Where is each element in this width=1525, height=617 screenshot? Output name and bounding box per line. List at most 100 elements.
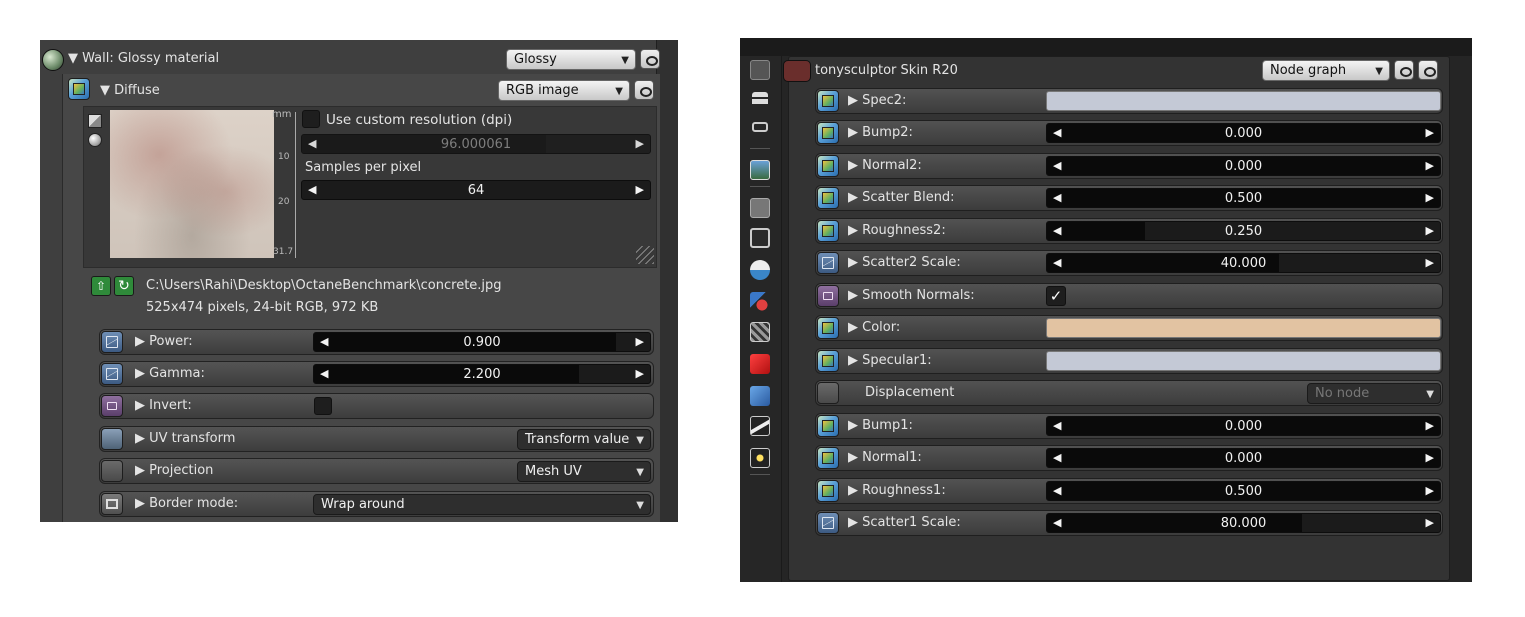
scatter1-scale-value: 80.000: [1220, 516, 1267, 531]
resolution-slider[interactable]: ◀ 96.000061 ▶: [301, 134, 651, 154]
material-type-dropdown[interactable]: Glossy ▼: [506, 49, 636, 70]
rgb-texture-icon[interactable]: [817, 350, 839, 372]
material-color-swatch[interactable]: [783, 60, 811, 82]
environment-icon[interactable]: [750, 260, 770, 280]
diffuse-type-dropdown[interactable]: RGB image ▼: [498, 80, 630, 101]
texture-icon[interactable]: [750, 322, 770, 342]
eye-icon[interactable]: [634, 80, 654, 100]
displacement-value: No node: [1315, 386, 1370, 401]
rgb-texture-icon[interactable]: [817, 220, 839, 242]
samples-slider[interactable]: ◀ 64 ▶: [301, 180, 651, 200]
blue-cube-icon[interactable]: [750, 386, 770, 406]
objects-icon[interactable]: [752, 122, 768, 132]
material-title[interactable]: ▼ Wall: Glossy material: [68, 51, 219, 66]
float-curve-icon[interactable]: [101, 331, 123, 353]
rgb-texture-icon[interactable]: [817, 90, 839, 112]
sphere-preview-icon[interactable]: [88, 133, 102, 147]
eye-icon[interactable]: [1418, 60, 1438, 80]
arrow-right-icon[interactable]: ▶: [1426, 159, 1434, 172]
displacement-icon[interactable]: [817, 382, 839, 404]
rgb-texture-icon[interactable]: [817, 317, 839, 339]
normal1-value: 0.000: [1224, 451, 1263, 466]
arrow-right-icon[interactable]: ▶: [1426, 419, 1434, 432]
float-curve-icon[interactable]: [817, 512, 839, 534]
projection-icon[interactable]: [101, 460, 123, 482]
layers-icon[interactable]: [752, 92, 768, 108]
displacement-dropdown[interactable]: No node ▼: [1307, 383, 1441, 404]
normal1-slider[interactable]: ◀ 0.000 ▶: [1046, 448, 1441, 468]
roughness1-slider[interactable]: ◀ 0.500 ▶: [1046, 481, 1441, 501]
render-camera-icon[interactable]: [750, 198, 770, 218]
arrow-right-icon[interactable]: ▶: [1426, 191, 1434, 204]
scatter2-scale-slider[interactable]: ◀ 40.000 ▶: [1046, 253, 1441, 273]
arrow-right-icon[interactable]: ▶: [1426, 256, 1434, 269]
node-title[interactable]: tonysculptor Skin R20: [815, 63, 958, 78]
float-curve-icon[interactable]: [101, 363, 123, 385]
arrow-right-icon[interactable]: ▶: [1426, 126, 1434, 139]
file-path: C:\Users\Rahi\Desktop\OctaneBenchmark\co…: [146, 278, 502, 293]
panel-top-strip: [740, 38, 1472, 56]
image-icon[interactable]: [750, 160, 770, 180]
diffuse-title[interactable]: ▼ Diffuse: [100, 83, 160, 98]
bool-icon[interactable]: [817, 285, 839, 307]
resize-grip-icon[interactable]: [636, 246, 654, 264]
bump1-slider[interactable]: ◀ 0.000 ▶: [1046, 416, 1441, 436]
ruler-unit: mm: [272, 109, 292, 120]
node-graph-icon[interactable]: [1394, 60, 1414, 80]
chevron-down-icon: ▼: [621, 55, 629, 66]
node-inspector-panel-right: tonysculptor Skin R20 Node graph ▼ ▶ Spe…: [740, 38, 1472, 582]
specular1-color-swatch[interactable]: [1046, 351, 1441, 371]
projection-dropdown[interactable]: Mesh UV ▼: [517, 461, 651, 482]
normal2-slider[interactable]: ◀ 0.000 ▶: [1046, 156, 1441, 176]
node-type-dropdown[interactable]: Node graph ▼: [1262, 60, 1390, 81]
camera-icon[interactable]: [750, 60, 770, 80]
arrow-right-icon[interactable]: ▶: [1426, 484, 1434, 497]
roughness2-slider[interactable]: ◀ 0.250 ▶: [1046, 221, 1441, 241]
eye-icon[interactable]: [640, 49, 660, 69]
roughness1-value: 0.500: [1224, 484, 1263, 499]
rgb-texture-icon[interactable]: [817, 155, 839, 177]
rgb-texture-icon[interactable]: [817, 480, 839, 502]
upload-icon[interactable]: ⇧: [91, 276, 111, 296]
bool-icon[interactable]: [101, 395, 123, 417]
scatter2-scale-value: 40.000: [1220, 256, 1267, 271]
bump2-value: 0.000: [1224, 126, 1263, 141]
gamma-slider[interactable]: ◀ 2.200 ▶: [313, 364, 651, 384]
arrow-right-icon[interactable]: ▶: [636, 367, 644, 380]
border-mode-icon[interactable]: [101, 493, 123, 515]
scatter1-scale-slider[interactable]: ◀ 80.000 ▶: [1046, 513, 1441, 533]
light-icon[interactable]: [750, 448, 770, 468]
red-cube-icon[interactable]: [750, 354, 770, 374]
transform-icon[interactable]: [101, 428, 123, 450]
texture-thumbnail: [110, 110, 274, 258]
smooth-normals-checkbox[interactable]: ✓: [1046, 286, 1066, 306]
arrow-right-icon[interactable]: ▶: [636, 335, 644, 348]
rgb-texture-icon[interactable]: [817, 415, 839, 437]
reload-icon[interactable]: ↻: [114, 276, 134, 296]
power-slider[interactable]: ◀ 0.900 ▶: [313, 332, 651, 352]
rgb-texture-icon[interactable]: [817, 187, 839, 209]
chevron-down-icon: ▼: [636, 435, 644, 446]
monitor-icon[interactable]: [750, 228, 770, 248]
rgb-texture-icon[interactable]: [817, 122, 839, 144]
float-curve-icon[interactable]: [817, 252, 839, 274]
color-swatch[interactable]: [1046, 318, 1441, 338]
mountain-icon[interactable]: [750, 416, 770, 436]
arrow-right-icon[interactable]: ▶: [1426, 224, 1434, 237]
arrow-right-icon[interactable]: ▶: [636, 183, 644, 196]
custom-resolution-checkbox[interactable]: [302, 110, 320, 128]
border-mode-dropdown[interactable]: Wrap around ▼: [313, 494, 651, 515]
material-type-value: Glossy: [514, 52, 557, 67]
invert-checkbox[interactable]: [314, 397, 332, 415]
paint-icon[interactable]: [750, 292, 770, 312]
ruler-tick: 20: [278, 197, 290, 207]
bump2-slider[interactable]: ◀ 0.000 ▶: [1046, 123, 1441, 143]
arrow-right-icon[interactable]: ▶: [636, 137, 644, 150]
scatter-blend-slider[interactable]: ◀ 0.500 ▶: [1046, 188, 1441, 208]
checkerboard-icon[interactable]: [88, 114, 102, 128]
spec2-color-swatch[interactable]: [1046, 91, 1441, 111]
rgb-texture-icon[interactable]: [817, 447, 839, 469]
arrow-right-icon[interactable]: ▶: [1426, 516, 1434, 529]
arrow-right-icon[interactable]: ▶: [1426, 451, 1434, 464]
uv-transform-dropdown[interactable]: Transform value ▼: [517, 429, 651, 450]
